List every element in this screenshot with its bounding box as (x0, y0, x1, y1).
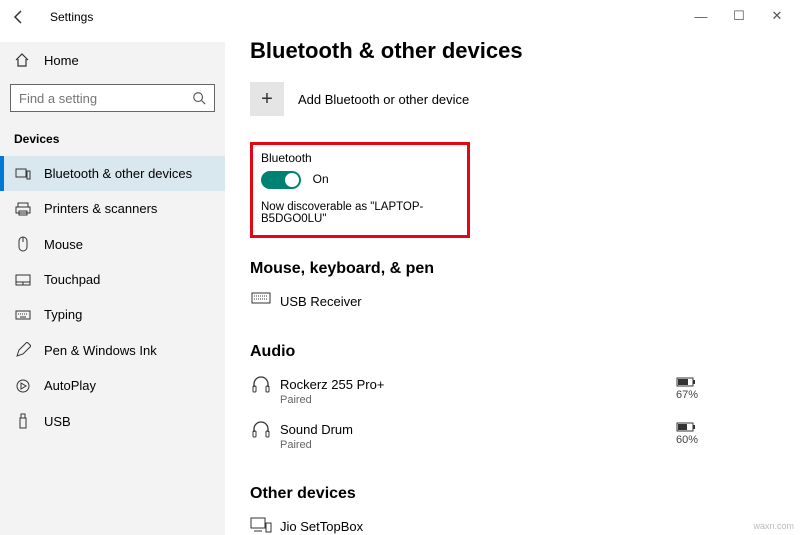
device-name: Jio SetTopBox (280, 519, 363, 534)
bluetooth-toggle-state: On (313, 172, 329, 186)
device-status: Paired (280, 439, 353, 451)
device-name: USB Receiver (280, 294, 362, 309)
sidebar-item-label: Printers & scanners (44, 201, 157, 216)
keyboard-icon (14, 310, 32, 320)
sidebar: Home Devices Bluetooth & other devices P… (0, 42, 225, 535)
bluetooth-toggle[interactable] (261, 171, 301, 189)
usb-icon (14, 413, 32, 429)
sidebar-item-autoplay[interactable]: AutoPlay (0, 368, 225, 403)
search-input[interactable] (19, 91, 179, 106)
back-button[interactable] (6, 4, 32, 30)
search-icon (192, 91, 206, 105)
search-box[interactable] (10, 84, 215, 112)
sidebar-item-pen[interactable]: Pen & Windows Ink (0, 332, 225, 368)
sidebar-item-label: USB (44, 414, 71, 429)
sidebar-item-typing[interactable]: Typing (0, 297, 225, 332)
device-usb-receiver[interactable]: USB Receiver (250, 288, 788, 319)
bluetooth-highlight: Bluetooth On Now discoverable as "LAPTOP… (250, 142, 470, 238)
titlebar: — ☐ ✕ (0, 0, 800, 32)
add-button[interactable]: + (250, 82, 284, 116)
header: Settings (6, 4, 93, 30)
sidebar-item-label: Bluetooth & other devices (44, 166, 192, 181)
pen-icon (14, 342, 32, 358)
settop-icon (250, 517, 272, 533)
device-settopbox[interactable]: Jio SetTopBox (250, 513, 788, 535)
sidebar-item-label: AutoPlay (44, 378, 96, 393)
headphones-icon (250, 375, 272, 393)
maximize-button[interactable]: ☐ (720, 2, 758, 30)
sidebar-item-label: Typing (44, 307, 82, 322)
device-status: Paired (280, 394, 384, 406)
bluetooth-discoverable-text: Now discoverable as "LAPTOP-B5DGO0LU" (261, 201, 459, 225)
main-content: Bluetooth & other devices + Add Bluetoot… (250, 32, 800, 535)
add-device-row[interactable]: + Add Bluetooth or other device (250, 82, 788, 116)
device-rockerz[interactable]: Rockerz 255 Pro+ Paired 67% (250, 371, 788, 416)
sidebar-item-label: Touchpad (44, 272, 100, 287)
group-header-audio: Audio (250, 343, 788, 361)
group-header-mkp: Mouse, keyboard, & pen (250, 260, 788, 278)
home-icon (14, 52, 32, 68)
app-title: Settings (50, 10, 93, 24)
page-title: Bluetooth & other devices (250, 38, 788, 64)
device-sounddrum[interactable]: Sound Drum Paired 60% (250, 416, 788, 461)
device-battery: 60% (676, 422, 698, 446)
sidebar-item-bluetooth[interactable]: Bluetooth & other devices (0, 156, 225, 191)
headphones-icon (250, 420, 272, 438)
touchpad-icon (14, 274, 32, 286)
close-button[interactable]: ✕ (758, 2, 796, 30)
autoplay-icon (14, 379, 32, 393)
keyboard-icon (250, 292, 272, 304)
printer-icon (14, 202, 32, 216)
device-name: Rockerz 255 Pro+ (280, 377, 384, 392)
battery-icon (676, 422, 698, 432)
bluetooth-label: Bluetooth (261, 151, 459, 165)
sidebar-section-header: Devices (0, 126, 225, 152)
device-battery: 67% (676, 377, 698, 401)
sidebar-item-touchpad[interactable]: Touchpad (0, 262, 225, 297)
minimize-button[interactable]: — (682, 2, 720, 30)
add-device-label: Add Bluetooth or other device (298, 92, 469, 107)
sidebar-item-label: Pen & Windows Ink (44, 343, 157, 358)
plus-icon: + (261, 88, 273, 111)
group-header-other: Other devices (250, 485, 788, 503)
sidebar-item-label: Mouse (44, 237, 83, 252)
battery-icon (676, 377, 698, 387)
mouse-icon (14, 236, 32, 252)
home-label: Home (44, 53, 79, 68)
device-name: Sound Drum (280, 422, 353, 437)
sidebar-item-usb[interactable]: USB (0, 403, 225, 439)
devices-icon (14, 167, 32, 181)
footer-watermark: waxn.com (753, 521, 794, 531)
sidebar-item-printers[interactable]: Printers & scanners (0, 191, 225, 226)
sidebar-item-mouse[interactable]: Mouse (0, 226, 225, 262)
arrow-left-icon (11, 9, 27, 25)
home-button[interactable]: Home (0, 46, 225, 74)
